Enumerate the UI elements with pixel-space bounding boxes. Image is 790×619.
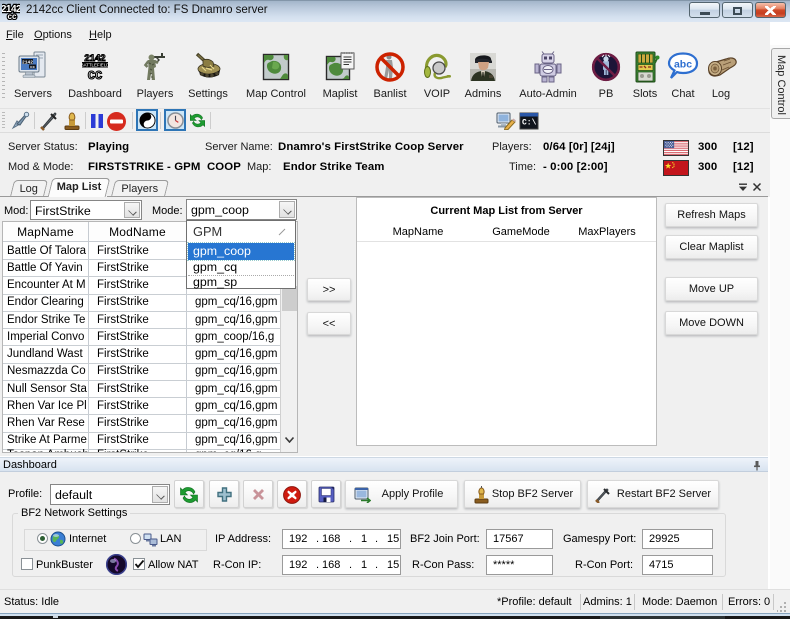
svg-text:C:\: C:\ (522, 119, 537, 128)
svg-text:CC: CC (88, 69, 102, 83)
svg-text:abc: abc (674, 59, 692, 71)
svg-text:cc: cc (30, 66, 35, 70)
svg-text:BATTLEFIELD: BATTLEFIELD (81, 63, 110, 68)
svg-text:cc: cc (8, 12, 17, 20)
